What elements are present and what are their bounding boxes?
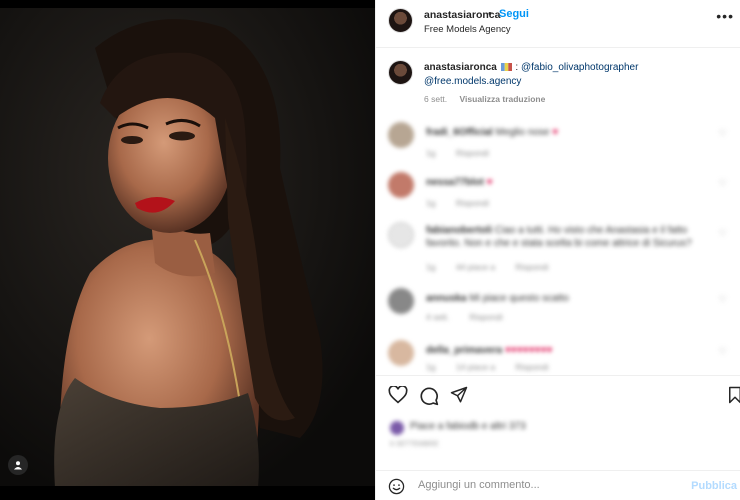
comment-like-icon[interactable]: ♡ xyxy=(719,178,727,189)
photo-bottom-bar xyxy=(0,486,375,500)
comment-username[interactable]: fradi_6Official xyxy=(426,127,493,138)
comment-like-icon[interactable]: ♡ xyxy=(719,128,727,139)
caption-line-2: @free.models.agency xyxy=(424,76,521,87)
bookmark-icon[interactable] xyxy=(728,386,740,404)
comment-like-icon[interactable]: ♡ xyxy=(719,346,727,357)
comment-like-icon[interactable]: ♡ xyxy=(719,228,727,239)
comment-emoji: ♥ xyxy=(486,177,493,188)
comment-time: 1g xyxy=(426,262,436,272)
flag-icon xyxy=(500,63,512,72)
add-comment-bar: Pubblica xyxy=(376,470,740,500)
comment-time: 4 sett. xyxy=(426,312,450,322)
avatar[interactable] xyxy=(388,122,414,148)
caption: anastasiaronca : @fabio_olivaphotographe… xyxy=(376,48,740,110)
photographer-mention-link[interactable]: @fabio_olivaphotographer xyxy=(521,62,638,73)
translate-link[interactable]: Visualizza traduzione xyxy=(460,94,546,104)
post-date: 6 SETTEMBRE xyxy=(390,441,439,448)
avatar[interactable] xyxy=(388,288,414,314)
post-location[interactable]: Free Models Agency xyxy=(424,24,511,35)
avatar[interactable] xyxy=(390,421,404,435)
comment-text: Mi piace questo scatto xyxy=(469,293,569,304)
likes-summary: Piace a fabiodb e altri 373 6 SETTEMBRE xyxy=(376,415,740,448)
caption-time: 6 sett. xyxy=(424,94,448,104)
reply-link[interactable]: Rispondi xyxy=(456,148,489,158)
comment-likes[interactable]: 44 piace a xyxy=(456,262,495,272)
avatar[interactable] xyxy=(388,340,414,366)
reply-link[interactable]: Rispondi xyxy=(456,198,489,208)
comment-emoji: ♥♥♥♥♥♥♥♥ xyxy=(504,345,553,356)
publish-button[interactable]: Pubblica xyxy=(691,480,737,492)
avatar[interactable] xyxy=(388,8,413,33)
comment-emoji: ♥ xyxy=(552,127,559,138)
photo-top-bar xyxy=(0,0,375,8)
comment-likes[interactable]: 14 piace a xyxy=(456,362,495,372)
comment-username[interactable]: della_primavera xyxy=(426,345,502,356)
smiley-icon[interactable] xyxy=(388,478,405,495)
comment-icon[interactable] xyxy=(419,386,439,406)
reply-link[interactable]: Rispondi xyxy=(470,312,503,322)
header-separator: • xyxy=(488,8,492,20)
comment-username[interactable]: nessa77blot xyxy=(426,177,484,188)
comment-time: 1g xyxy=(426,198,436,208)
caption-line-1: anastasiaronca : @fabio_olivaphotographe… xyxy=(424,62,638,73)
comment-time: 1g xyxy=(426,148,436,158)
caption-separator: : xyxy=(515,62,519,73)
more-options-icon[interactable]: ••• xyxy=(716,8,734,24)
send-icon[interactable] xyxy=(450,386,468,404)
avatar[interactable] xyxy=(388,172,414,198)
reply-link[interactable]: Rispondi xyxy=(515,262,548,272)
reply-link[interactable]: Rispondi xyxy=(515,362,548,372)
post-actions xyxy=(376,375,740,415)
comment-text: Meglio nose xyxy=(495,127,550,138)
post-photo[interactable] xyxy=(0,0,375,500)
follow-button[interactable]: Segui xyxy=(499,8,529,20)
user-tag-icon[interactable] xyxy=(8,455,28,475)
agency-mention-link[interactable]: @free.models.agency xyxy=(424,76,521,87)
portrait-image xyxy=(0,8,375,488)
avatar[interactable] xyxy=(388,222,414,248)
heart-icon[interactable] xyxy=(388,386,408,404)
comment-username[interactable]: annuska xyxy=(426,293,467,304)
comment-input[interactable] xyxy=(418,479,688,491)
likes-text[interactable]: Piace a fabiodb e altri 373 xyxy=(410,421,526,432)
comment-like-icon[interactable]: ♡ xyxy=(719,294,727,305)
caption-username[interactable]: anastasiaronca xyxy=(424,62,497,73)
caption-avatar[interactable] xyxy=(388,60,413,85)
comment-time: 1g xyxy=(426,362,436,372)
post-header: anastasiaronca • Segui Free Models Agenc… xyxy=(376,0,740,48)
comments-list[interactable]: fradi_6Official Meglio nose ♥ 1g Rispond… xyxy=(376,110,740,375)
comment-username[interactable]: fabianobertoli xyxy=(426,225,492,236)
caption-meta: 6 sett. Visualizza traduzione xyxy=(424,94,545,104)
post-side-panel: anastasiaronca • Segui Free Models Agenc… xyxy=(375,0,740,500)
